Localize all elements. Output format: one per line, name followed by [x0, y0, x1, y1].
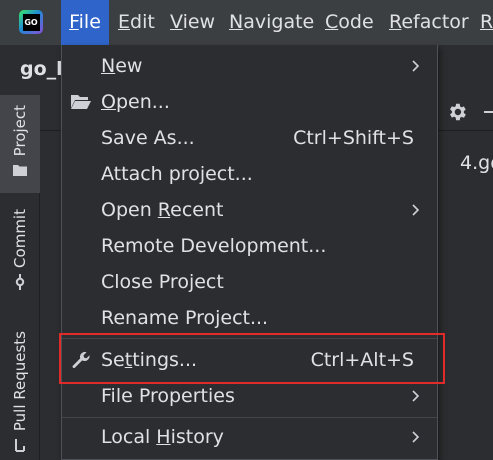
tool-window-stripe: Project Commit Pull Requests: [0, 95, 40, 460]
menu-item-open[interactable]: Open...: [62, 84, 437, 120]
project-name[interactable]: go_l: [20, 58, 63, 80]
chevron-right-icon: [412, 390, 420, 402]
menu-navigate[interactable]: Navigate: [229, 0, 314, 45]
menu-view[interactable]: View: [170, 0, 215, 45]
minimize-icon[interactable]: [484, 111, 493, 113]
pull-requests-tool-label: Pull Requests: [11, 331, 29, 432]
menu-item-file-properties[interactable]: File Properties: [62, 378, 437, 414]
gear-icon[interactable]: [446, 101, 468, 123]
pull-request-icon: [15, 439, 25, 453]
menu-item-attach-project[interactable]: Attach project...: [62, 156, 437, 192]
menu-item-save-as[interactable]: Save As... Ctrl+Shift+S: [62, 120, 437, 156]
settings-shortcut: Ctrl+Alt+S: [310, 349, 414, 371]
menu-separator: [62, 417, 437, 418]
menu-item-local-history[interactable]: Local History: [62, 419, 437, 455]
menu-run-partial[interactable]: R: [480, 0, 493, 45]
wrench-icon: [72, 351, 90, 369]
chevron-right-icon: [412, 204, 420, 216]
menu-item-rename-project[interactable]: Rename Project...: [62, 300, 437, 336]
menu-refactor[interactable]: Refactor: [389, 0, 469, 45]
folder-icon: [13, 165, 27, 177]
file-menu-dropdown: New Open... Save As... Ctrl+Shift+S Atta…: [61, 45, 438, 460]
menu-separator: [62, 338, 437, 339]
goland-logo-icon[interactable]: GO: [19, 10, 43, 34]
open-folder-icon: [71, 95, 91, 109]
chevron-right-icon: [412, 60, 420, 72]
commit-icon: [15, 273, 25, 290]
project-tool-button[interactable]: Project: [0, 95, 40, 193]
menu-item-settings[interactable]: Settings... Ctrl+Alt+S: [62, 342, 437, 378]
menu-file[interactable]: File: [61, 0, 109, 45]
commit-tool-label: Commit: [11, 209, 29, 268]
menu-edit[interactable]: Edit: [118, 0, 155, 45]
chevron-right-icon: [412, 431, 420, 443]
main-menu-bar: GO File Edit View Navigate Code Refactor…: [0, 0, 493, 45]
save-as-shortcut: Ctrl+Shift+S: [293, 127, 414, 149]
menu-item-remote-development[interactable]: Remote Development...: [62, 228, 437, 264]
menu-code[interactable]: Code: [325, 0, 374, 45]
menu-item-new[interactable]: New: [62, 48, 437, 84]
menu-item-close-project[interactable]: Close Project: [62, 264, 437, 300]
project-file-name[interactable]: 4.go: [460, 152, 493, 174]
pull-requests-tool-button[interactable]: Pull Requests: [0, 331, 40, 460]
project-tool-label: Project: [11, 105, 29, 157]
menu-item-open-recent[interactable]: Open Recent: [62, 192, 437, 228]
ide-window: go_l 4.go Project Commit Pull Requests G…: [0, 0, 493, 460]
commit-tool-button[interactable]: Commit: [0, 209, 40, 301]
